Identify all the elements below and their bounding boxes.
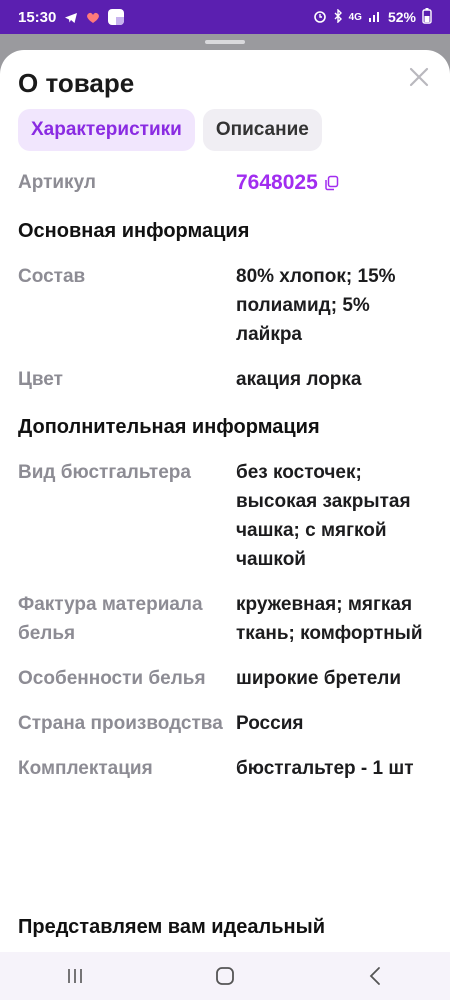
recents-button[interactable] [55,961,95,991]
article-label: Артикул [18,172,96,193]
system-nav-bar [0,952,450,1000]
spec-row-color: Цвет акация лорка [18,365,432,394]
spec-row-package: Комплектация бюстгальтер - 1 шт [18,754,432,783]
back-button[interactable] [355,961,395,991]
app-notification-icon [108,9,125,25]
close-icon [409,67,429,87]
article-value[interactable]: 7648025 [236,171,340,195]
home-icon [216,967,234,985]
description-preview: Представляем вам идеальный [18,916,326,938]
alarm-icon [313,9,327,26]
spec-row-fabric-texture: Фактура материала белья кружевная; мягка… [18,590,432,648]
spec-value: широкие бретели [236,668,402,689]
spec-label: Особенности белья [18,668,206,689]
close-button[interactable] [408,66,430,88]
spec-label: Страна производства [18,713,223,734]
network-label: 4G [348,11,362,23]
home-button[interactable] [205,961,245,991]
spec-label: Цвет [18,369,63,390]
status-bar: 15:30 4G 52% [0,0,450,34]
characteristics-list: Артикул 7648025 Основная информация Сост… [18,168,432,799]
tab-characteristics[interactable]: Характеристики [18,109,195,151]
back-icon [369,967,380,985]
product-info-sheet: О товаре Характеристики Описание Артикул… [0,50,450,952]
spec-row-country: Страна производства Россия [18,709,432,738]
spec-value: бюстгальтер - 1 шт [236,758,414,779]
telegram-icon [64,11,78,23]
section-title-additional: Дополнительная информация [18,416,320,438]
spec-label: Комплектация [18,758,153,779]
spec-label: Фактура материала белья [18,594,203,644]
spec-label: Состав [18,266,86,287]
battery-icon [422,7,432,27]
recents-icon [68,969,82,983]
sheet-title: О товаре [18,68,135,98]
tab-description[interactable]: Описание [202,109,322,151]
spec-row-composition: Состав 80% хлопок; 15% полиамид; 5% лайк… [18,262,432,349]
sheet-drag-handle[interactable] [205,40,245,44]
spec-value: 80% хлопок; 15% полиамид; 5% лайкра [236,266,396,345]
spec-row-bra-type: Вид бюстгальтера без косточек; высокая з… [18,458,432,574]
spec-value: без косточек; высокая закрытая чашка; с … [236,462,411,570]
signal-icon [368,9,382,25]
article-row: Артикул 7648025 [18,168,432,197]
spec-value: акация лорка [236,369,362,390]
spec-value: Россия [236,713,304,734]
bluetooth-icon [333,7,343,26]
heart-icon [86,11,100,23]
copy-icon[interactable] [324,175,340,191]
spec-value: кружевная; мягкая ткань; комфортный [236,594,423,644]
battery-level: 52% [387,9,416,25]
spec-row-features: Особенности белья широкие бретели [18,664,432,693]
spec-label: Вид бюстгальтера [18,462,191,483]
status-time: 15:30 [18,8,57,26]
section-title-main: Основная информация [18,220,250,242]
tab-bar: Характеристики Описание [18,109,322,151]
article-number[interactable]: 7648025 [236,171,318,195]
